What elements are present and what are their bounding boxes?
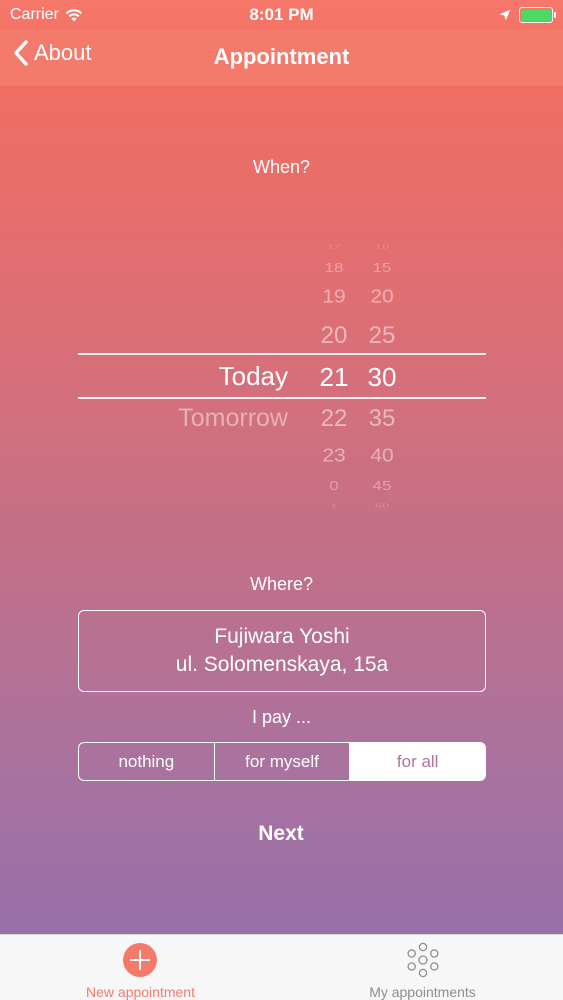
picker-minute-option[interactable]: 15 [364, 261, 400, 276]
picker-minute-option[interactable]: 25 [364, 322, 400, 350]
segment-for-myself[interactable]: for myself [213, 743, 350, 780]
picker-minute-option[interactable]: 50 [364, 502, 400, 509]
picker-hour-option[interactable]: 17 [316, 243, 352, 250]
battery-icon [519, 7, 556, 23]
picker-selection-top-line [78, 353, 486, 355]
pay-segmented-control: nothing for myself for all [78, 742, 486, 781]
picker-minute-option[interactable]: 20 [364, 286, 400, 308]
pay-label: I pay ... [251, 707, 312, 727]
date-time-picker[interactable]: Today Tomorrow 17 18 19 20 21 22 23 0 1 … [78, 230, 486, 520]
wifi-icon [65, 9, 83, 22]
picker-hour-option[interactable]: 21 [316, 362, 352, 393]
where-label: Where? [249, 574, 314, 594]
location-address: ul. Solomenskaya, 15a [175, 653, 389, 676]
picker-day-option[interactable]: Today [219, 361, 288, 392]
tab-my-appointments[interactable]: My appointments [282, 935, 563, 1000]
picker-minute-option[interactable]: 40 [364, 445, 400, 467]
carrier-label: Carrier [10, 6, 59, 23]
dots-circle-icon [407, 942, 439, 978]
picker-hour-option[interactable]: 22 [316, 405, 352, 433]
status-right [499, 7, 556, 23]
location-name: Fujiwara Yoshi [214, 625, 350, 648]
picker-hour-option[interactable]: 20 [316, 322, 352, 350]
next-button[interactable]: Next [181, 812, 381, 856]
chevron-left-icon [14, 40, 28, 66]
plus-circle-icon [123, 943, 157, 977]
picker-hour-option[interactable]: 23 [316, 445, 352, 467]
nav-bar: About Appointment [0, 30, 563, 86]
picker-hour-option[interactable]: 18 [316, 261, 352, 276]
location-arrow-icon [499, 9, 511, 21]
picker-hour-option[interactable]: 1 [316, 502, 352, 509]
tab-label: New appointment [86, 984, 195, 1000]
picker-selection-bottom-line [78, 397, 486, 399]
tab-bar: New appointment My appointments [0, 934, 563, 1000]
segment-for-all[interactable]: for all [349, 743, 485, 780]
when-label: When? [252, 157, 311, 177]
picker-hour-option[interactable]: 0 [316, 479, 352, 494]
status-left: Carrier [10, 6, 83, 24]
segment-nothing[interactable]: nothing [79, 743, 214, 780]
location-selector[interactable]: Fujiwara Yoshi ul. Solomenskaya, 15a [78, 610, 486, 692]
back-button-label: About [34, 40, 92, 65]
status-bar: Carrier 8:01 PM [0, 0, 563, 30]
tab-new-appointment[interactable]: New appointment [0, 935, 281, 1000]
picker-minute-option[interactable]: 30 [364, 362, 400, 393]
back-button[interactable]: About [14, 40, 92, 66]
picker-minute-option[interactable]: 35 [364, 405, 400, 433]
picker-minute-option[interactable]: 45 [364, 479, 400, 494]
picker-minute-option[interactable]: 10 [364, 243, 400, 250]
picker-day-option[interactable]: Tomorrow [178, 404, 288, 433]
picker-hour-option[interactable]: 19 [316, 286, 352, 308]
battery-fill [521, 9, 551, 21]
status-time: 8:01 PM [249, 5, 314, 24]
tab-label: My appointments [369, 984, 476, 1000]
